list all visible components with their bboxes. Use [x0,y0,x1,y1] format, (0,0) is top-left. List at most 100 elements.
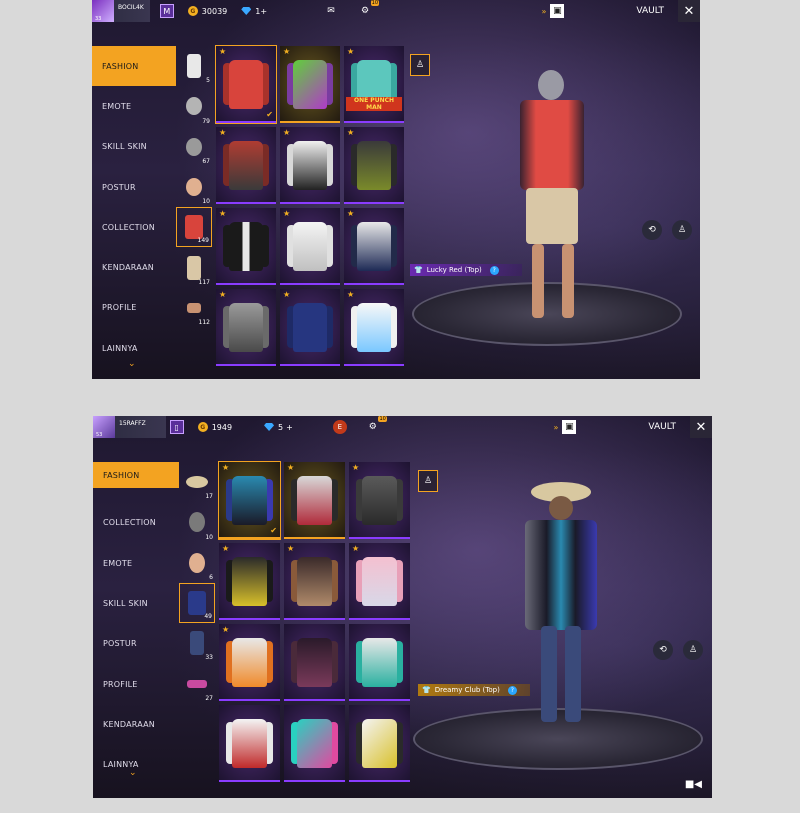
item-tile[interactable]: ★ [280,127,340,204]
garment-image [357,140,391,190]
menu-collection[interactable]: COLLECTION [92,207,176,247]
menu-skill-skin[interactable]: SKILL SKIN [93,583,179,623]
item-tile[interactable]: ★ [349,462,410,539]
settings-icon[interactable]: ⚙ 10 [365,416,387,434]
subcategory-face[interactable]: 10 [176,167,212,207]
item-tile[interactable]: ★ [216,208,276,285]
diamond-amount: 5 [278,422,284,432]
menu-profile[interactable]: PROFILE [93,664,179,704]
settings-icon[interactable]: ⚙ 10 [357,0,380,18]
item-tile[interactable]: ★ [284,543,345,620]
item-tile[interactable] [349,624,410,701]
chevron-down-icon[interactable]: ⌄ [129,768,137,778]
menu-emote[interactable]: EMOTE [93,543,179,583]
menu-fashion[interactable]: FASHION [92,46,176,87]
star-icon: ★ [283,47,291,56]
gamecard-icon[interactable]: ▯ [169,420,184,434]
subcategory-count: 5 [206,77,210,85]
menu-fashion[interactable]: FASHION [93,462,179,488]
menu-lainnya[interactable]: LAINNYA [93,745,179,785]
player-profile[interactable]: 33 BOCIL4K [92,0,150,22]
garment-image [362,475,397,525]
vault-button[interactable]: VAULT [636,6,664,16]
subcategory-count: 10 [205,533,213,541]
menu-postur[interactable]: POSTUR [92,167,176,207]
player-profile[interactable]: 53 15RAFFZ [93,416,166,438]
item-tile[interactable]: ★ [280,46,340,123]
gamecard-icon[interactable]: M [159,4,174,18]
close-icon[interactable]: ✕ [690,416,712,438]
subcategory-hat[interactable]: 17 [179,462,215,502]
coin-balance: G 1949 [197,422,233,432]
garment-image [229,140,263,190]
subcategory-top[interactable]: 149 [176,207,212,248]
item-tile[interactable]: ★ [216,127,276,204]
menu-collection[interactable]: COLLECTION [93,503,179,543]
screenshot-1: 33 BOCIL4K M G 30039 1 + ✉ ⚙ 10 » ▣ VAULT… [92,0,700,379]
mask-icon [186,137,202,156]
subcategory-top[interactable]: 49 [179,582,215,624]
item-tile[interactable]: ★ [284,462,345,539]
pose-icon[interactable]: ♙ [672,220,692,240]
info-icon[interactable]: ? [489,265,499,275]
coin-amount: 1949 [211,422,233,432]
chevron-down-icon[interactable]: ⌄ [128,359,136,369]
subcategory-shoes[interactable]: 27 [179,663,215,703]
menu-kendaraan[interactable]: KENDARAAN [93,704,179,744]
portrait-icon[interactable]: ▣ [550,4,565,18]
item-tile[interactable]: ★ [280,208,340,285]
subcategory-bottom[interactable]: 33 [179,623,215,663]
subcategory-mask[interactable]: 67 [176,127,212,167]
elite-pass-icon[interactable]: E [332,420,347,434]
expand-arrows-icon[interactable]: » [553,423,558,432]
subcategory-hair[interactable]: 79 [176,86,212,126]
item-tile[interactable] [219,705,280,782]
item-tile[interactable] [284,624,345,701]
outfit-preview-icon[interactable]: ♙ [410,54,430,76]
close-icon[interactable]: ✕ [678,0,700,22]
item-tile[interactable]: ★ [349,543,410,620]
info-icon[interactable]: ? [507,685,517,695]
subcategory-shoes[interactable]: 112 [176,288,212,328]
character-leg-left [532,244,544,318]
item-tile[interactable]: ★ [344,208,404,285]
menu-emote[interactable]: EMOTE [92,86,176,126]
item-tile[interactable]: ★ [219,624,280,701]
subcategory-face[interactable]: 6 [179,543,215,583]
top-icon [188,591,206,616]
item-tile[interactable]: ★ ✔ [218,461,281,540]
item-tile[interactable]: ★ [280,289,340,366]
mail-icon[interactable]: ✉ [323,4,339,18]
diamond-balance[interactable]: 1 + [241,7,267,16]
item-tile[interactable]: ★ [344,289,404,366]
item-tile[interactable]: ★ [344,127,404,204]
item-tile[interactable]: ★ [216,289,276,366]
character-coat [525,520,597,630]
camera-icon[interactable]: ■◀ [685,779,702,790]
pose-icon[interactable]: ♙ [683,640,703,660]
character-platform [413,708,703,770]
item-tile[interactable] [349,705,410,782]
rotate-icon[interactable]: ⟲ [653,640,673,660]
menu-profile[interactable]: PROFILE [92,288,176,328]
subcategory-pants[interactable]: 5 [176,46,212,86]
item-tile[interactable]: ★ [219,543,280,620]
portrait-icon[interactable]: ▣ [562,420,577,434]
top-right-controls: » ▣ VAULT ✕ [541,0,700,22]
outfit-preview-icon[interactable]: ♙ [418,470,438,492]
item-tile[interactable] [284,705,345,782]
menu-postur[interactable]: POSTUR [93,624,179,664]
item-tile[interactable]: ★ ONE PUNCH MAN [344,46,404,123]
rotate-icon[interactable]: ⟲ [642,220,662,240]
menu-kendaraan[interactable]: KENDARAAN [92,247,176,287]
expand-arrows-icon[interactable]: » [541,7,546,16]
subcategory-bottom[interactable]: 117 [176,247,212,287]
menu-skill-skin[interactable]: SKILL SKIN [92,127,176,167]
subcategory-mask[interactable]: 10 [179,502,215,542]
avatar: 53 [93,416,115,438]
garment-image [232,718,267,768]
vault-button[interactable]: VAULT [648,422,676,432]
item-tile[interactable]: ★ ✔ [215,45,277,124]
diamond-balance[interactable]: 5 + [264,423,293,432]
subcategory-column: 5 79 67 10 149 117 112 [176,46,212,328]
